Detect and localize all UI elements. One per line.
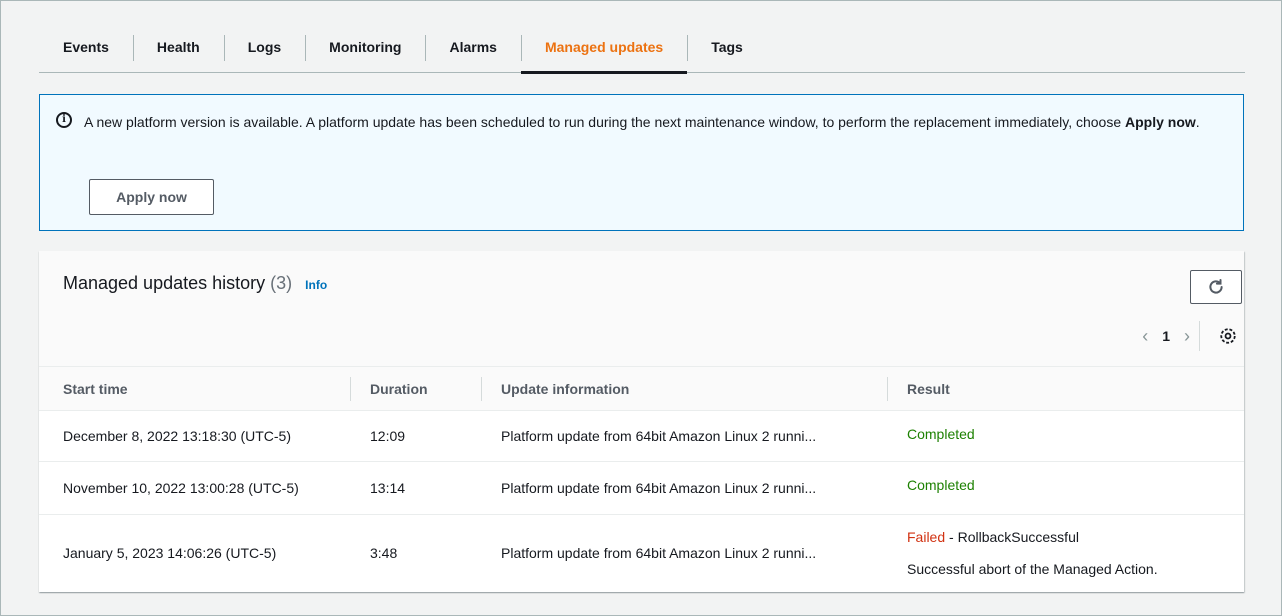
info-link[interactable]: Info <box>305 278 327 292</box>
tab-logs[interactable]: Logs <box>223 21 305 73</box>
duration-cell: 3:48 <box>370 545 398 561</box>
refresh-icon <box>1209 279 1223 294</box>
result-message: Successful abort of the Managed Action. <box>907 561 1158 577</box>
panel-title: Managed updates history (3) Info <box>63 273 327 294</box>
result-status-failed: Failed <box>907 529 946 545</box>
pagination-divider <box>1199 321 1200 351</box>
duration-cell: 12:09 <box>370 428 406 444</box>
gear-icon[interactable] <box>1219 327 1237 345</box>
environment-page: Events Health Logs Monitoring Alarms Man… <box>0 0 1282 616</box>
update-info-cell: Platform update from 64bit Amazon Linux … <box>501 480 817 496</box>
tab-managed-updates[interactable]: Managed updates <box>520 21 688 74</box>
chevron-right-icon[interactable]: › <box>1184 326 1190 347</box>
alert-message: A new platform version is available. A p… <box>84 114 1200 130</box>
table-row[interactable]: December 8, 2022 13:18:30 (UTC-5) 12:09 … <box>39 411 1244 462</box>
tab-health[interactable]: Health <box>132 21 224 73</box>
tab-monitoring[interactable]: Monitoring <box>305 21 425 73</box>
pagination: ‹ 1 › <box>1142 323 1190 349</box>
panel-title-text: Managed updates history <box>63 273 266 293</box>
column-divider <box>481 377 482 401</box>
table-row[interactable]: November 10, 2022 13:00:28 (UTC-5) 13:14… <box>39 462 1244 515</box>
table-header: Start time Duration Update information R… <box>39 367 1244 411</box>
column-start-time[interactable]: Start time <box>63 367 128 411</box>
update-info-cell: Platform update from 64bit Amazon Linux … <box>501 545 817 561</box>
platform-update-alert: i A new platform version is available. A… <box>39 94 1244 231</box>
start-time-cell: January 5, 2023 14:06:26 (UTC-5) <box>63 545 277 561</box>
column-duration[interactable]: Duration <box>370 367 428 411</box>
start-time-cell: November 10, 2022 13:00:28 (UTC-5) <box>63 480 299 496</box>
result-status: Completed <box>907 477 975 493</box>
column-result[interactable]: Result <box>907 367 950 411</box>
managed-updates-history-panel: Managed updates history (3) Info ‹ 1 › S… <box>39 251 1244 592</box>
chevron-left-icon[interactable]: ‹ <box>1142 326 1148 347</box>
start-time-cell: December 8, 2022 13:18:30 (UTC-5) <box>63 428 291 444</box>
result-status: Completed <box>907 426 975 442</box>
tab-events[interactable]: Events <box>39 21 133 73</box>
info-icon: i <box>56 112 72 128</box>
column-update-information[interactable]: Update information <box>501 367 629 411</box>
duration-cell: 13:14 <box>370 480 406 496</box>
tab-bar: Events Health Logs Monitoring Alarms Man… <box>39 21 1245 74</box>
column-divider <box>350 377 351 401</box>
result-status: Failed - RollbackSuccessful <box>907 529 1079 545</box>
result-detail: - RollbackSuccessful <box>945 529 1079 545</box>
item-count: (3) <box>270 273 293 293</box>
update-info-cell: Platform update from 64bit Amazon Linux … <box>501 428 817 444</box>
panel-header: Managed updates history (3) Info ‹ 1 › <box>39 251 1244 367</box>
tab-tags[interactable]: Tags <box>687 21 767 73</box>
tab-alarms[interactable]: Alarms <box>425 21 520 73</box>
refresh-button[interactable] <box>1190 270 1242 304</box>
column-divider <box>887 377 888 401</box>
page-number[interactable]: 1 <box>1162 328 1170 344</box>
table-row[interactable]: January 5, 2023 14:06:26 (UTC-5) 3:48 Pl… <box>39 515 1244 592</box>
apply-now-button[interactable]: Apply now <box>89 179 214 215</box>
